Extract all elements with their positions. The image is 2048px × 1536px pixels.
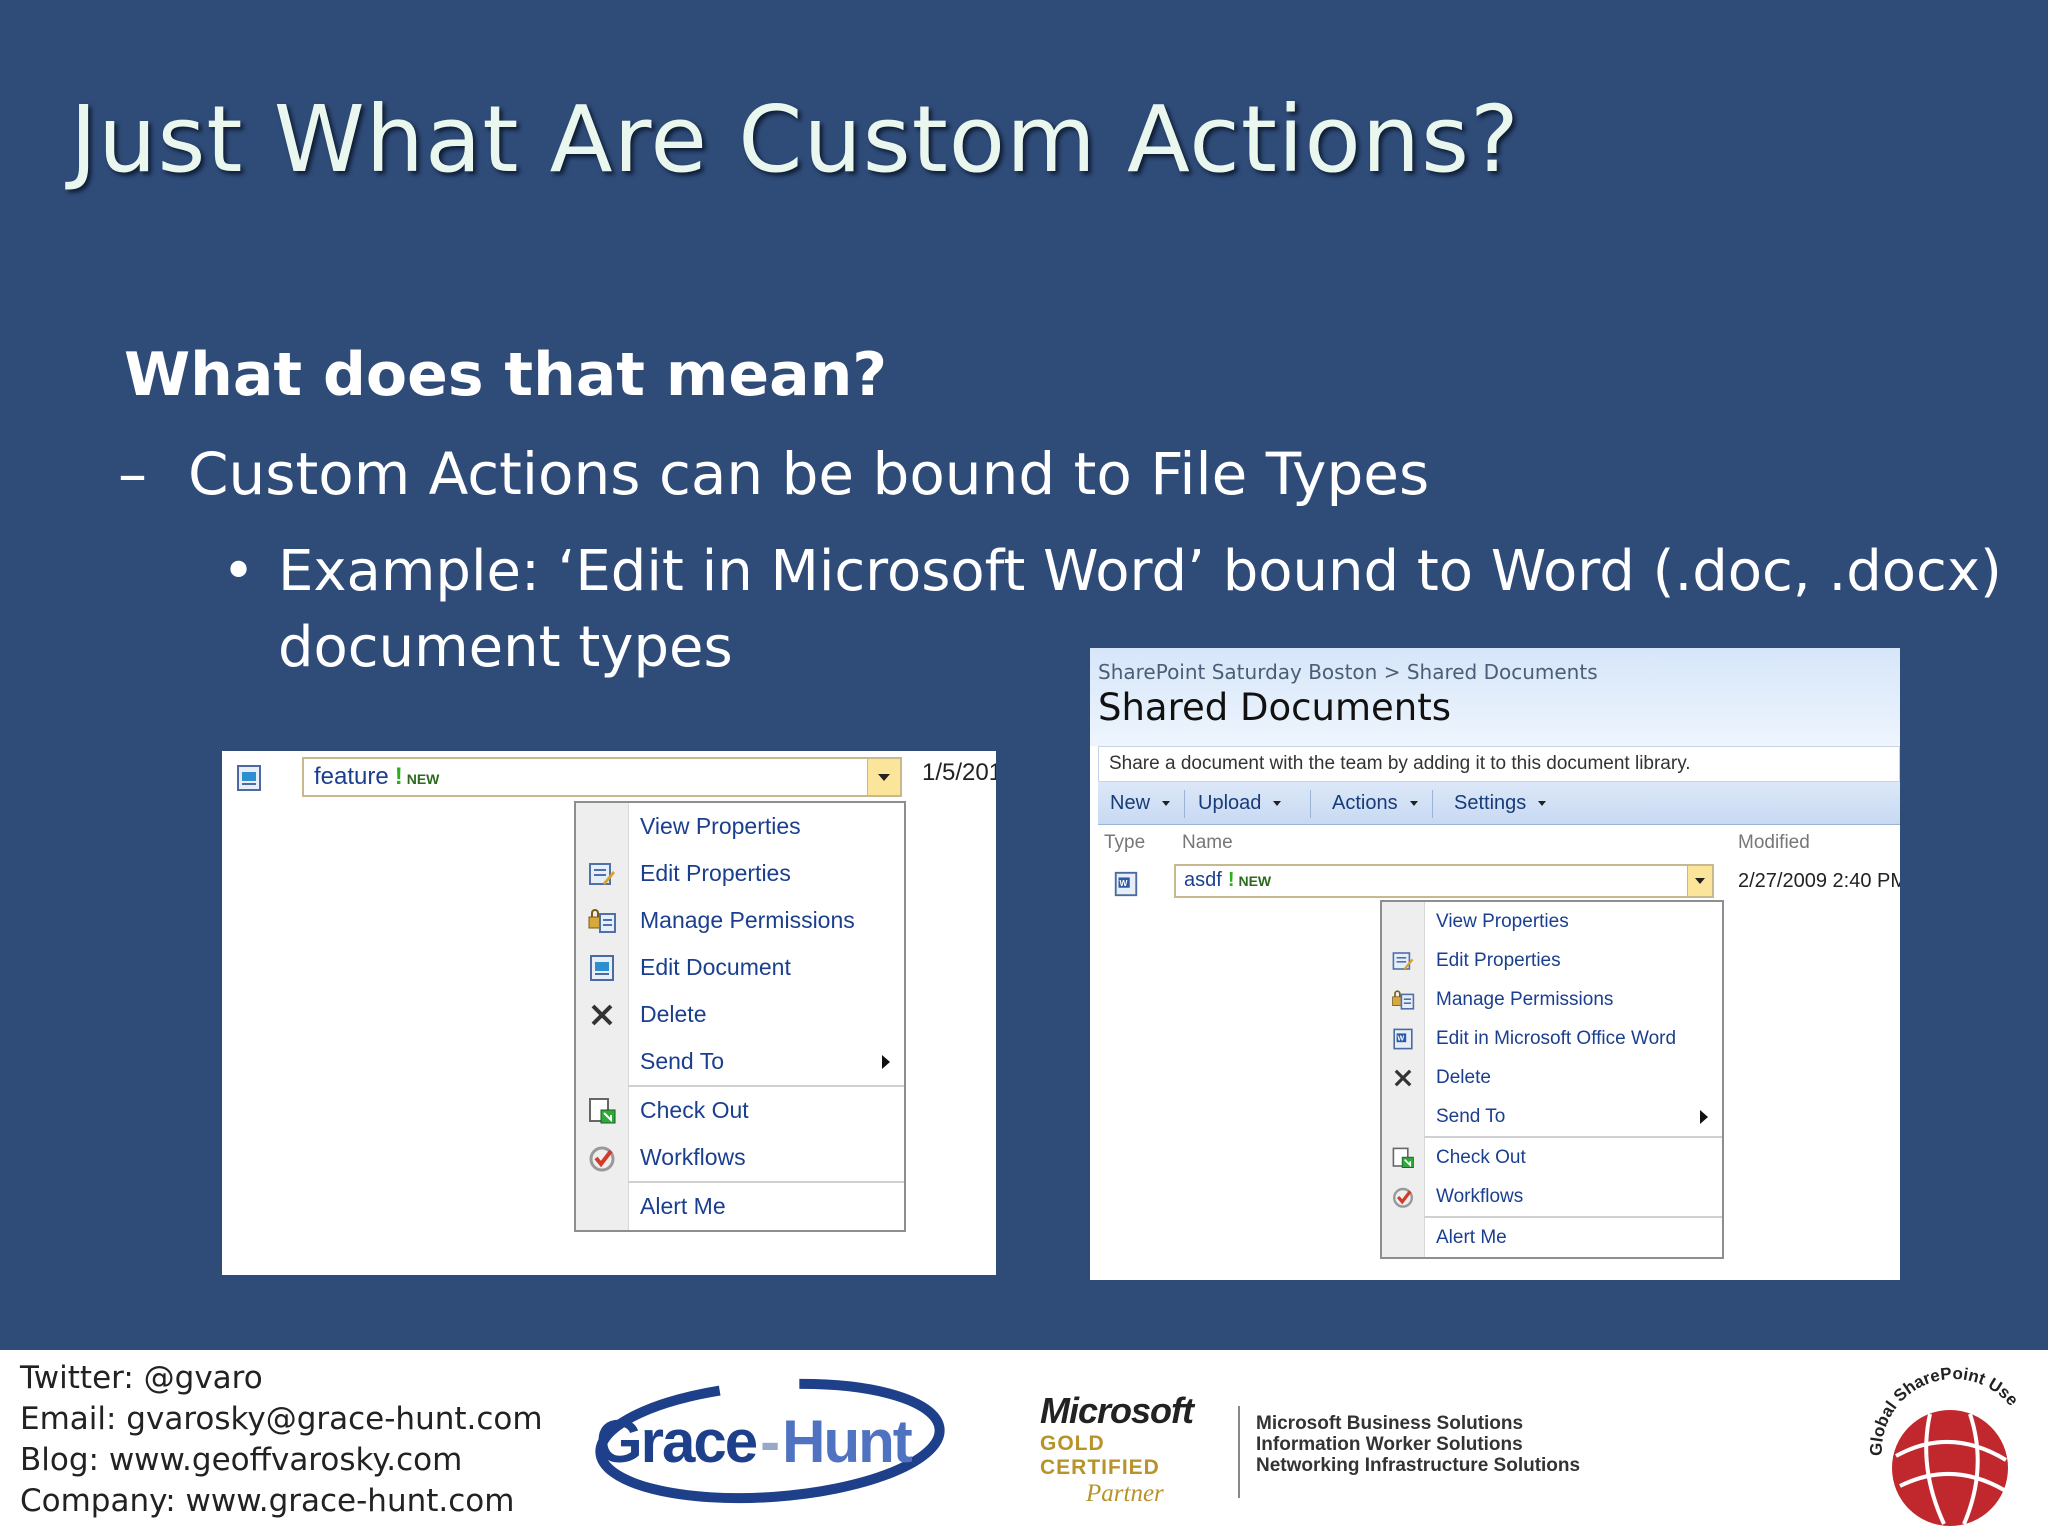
solution-3: Networking Infrastructure Solutions: [1256, 1455, 1581, 1476]
workflow-icon: [1393, 1187, 1413, 1208]
document-icon: [237, 765, 261, 791]
menu-item-check-out[interactable]: Check Out: [576, 1087, 904, 1134]
slide-heading: What does that mean?: [124, 340, 888, 410]
workflow-icon: [589, 1146, 615, 1171]
toolbar-divider: [1432, 790, 1433, 818]
item-name[interactable]: asdf: [1184, 869, 1222, 891]
check-out-icon: [1392, 1147, 1414, 1168]
edit-properties-icon: [589, 862, 615, 885]
breadcrumb[interactable]: SharePoint Saturday Boston > Shared Docu…: [1098, 660, 1598, 684]
document-icon: [590, 954, 614, 981]
item-dropdown-button[interactable]: [1687, 866, 1712, 896]
check-out-icon: [589, 1097, 616, 1123]
slide-title: Just What Are Custom Actions?: [70, 86, 1520, 193]
grace-hunt-logo: Grace-Hunt: [595, 1378, 945, 1504]
toolbar-actions-button[interactable]: Actions: [1332, 792, 1418, 815]
menu-item-edit-document[interactable]: Edit Document: [576, 944, 904, 991]
delete-x-icon: [1394, 1069, 1412, 1086]
menu-item-alert-me[interactable]: Alert Me: [576, 1183, 904, 1230]
ms-name: Microsoft: [1040, 1390, 1194, 1431]
word-icon: W: [1114, 871, 1138, 897]
menu-item-send-to[interactable]: Send To: [1382, 1097, 1722, 1136]
svg-text:Grace-Hunt: Grace-Hunt: [596, 1408, 913, 1475]
chevron-down-icon: [1409, 801, 1418, 807]
new-exclamation-icon: !: [1227, 869, 1235, 891]
global-sharepoint-users-group-logo: Global SharePoint Users Group: [1860, 1356, 2022, 1526]
ms-partner: Partner: [1086, 1480, 1164, 1507]
menu-item-edit-properties[interactable]: Edit Properties: [1382, 941, 1722, 980]
contact-info: Twitter: @gvaro Email: gvarosky@grace-hu…: [20, 1358, 543, 1522]
page-title: Shared Documents: [1098, 686, 1451, 729]
contact-blog: Blog: www.geoffvarosky.com: [20, 1442, 463, 1478]
context-menu: View Properties Edit Properties Manage P…: [1380, 900, 1724, 1259]
edit-properties-icon: [1392, 951, 1414, 970]
column-header-type[interactable]: Type: [1104, 832, 1145, 854]
toolbar-settings-button[interactable]: Settings: [1454, 792, 1547, 815]
menu-item-check-out[interactable]: Check Out: [1382, 1138, 1722, 1177]
ms-certified: GOLD CERTIFIED: [1040, 1432, 1160, 1479]
toolbar-upload-button[interactable]: Upload: [1198, 792, 1282, 815]
submenu-arrow-icon: [1700, 1109, 1708, 1124]
logo-divider: [1238, 1406, 1240, 1498]
column-header-name[interactable]: Name: [1182, 832, 1233, 854]
item-name-box[interactable]: asdf! NEW: [1174, 864, 1714, 898]
microsoft-gold-certified-logo: Microsoft GOLD CERTIFIED Partner: [1040, 1390, 1220, 1507]
logo-text-grace: Grace: [596, 1408, 757, 1475]
contact-email: Email: gvarosky@grace-hunt.com: [20, 1401, 543, 1437]
item-date: 1/5/201: [922, 759, 996, 786]
toolbar-divider: [1184, 790, 1185, 818]
toolbar-divider: [1310, 790, 1311, 818]
chevron-down-icon: [1538, 801, 1547, 807]
logo-text-hunt: Hunt: [782, 1408, 913, 1475]
menu-item-view-properties[interactable]: View Properties: [1382, 902, 1722, 941]
toolbar-new-button[interactable]: New: [1110, 792, 1171, 815]
library-toolbar: New Upload Actions Settings: [1098, 782, 1900, 825]
menu-item-delete[interactable]: Delete: [1382, 1058, 1722, 1097]
menu-item-workflows[interactable]: Workflows: [576, 1134, 904, 1181]
delete-x-icon: [591, 1004, 613, 1025]
menu-item-manage-permissions[interactable]: Manage Permissions: [576, 897, 904, 944]
svg-text:W: W: [1119, 878, 1127, 888]
dash-point-text: Custom Actions can be bound to File Type…: [188, 440, 1430, 508]
column-header-modified[interactable]: Modified: [1738, 832, 1810, 854]
bullet-line-1: Example: ‘Edit in Microsoft Word’ bound …: [278, 539, 2002, 604]
left-screenshot: feature! NEW 1/5/201 View Properties Edit…: [222, 751, 996, 1275]
menu-item-send-to[interactable]: Send To: [576, 1038, 904, 1085]
logo-text-sep: -: [760, 1408, 778, 1475]
word-icon: W: [1393, 1028, 1413, 1049]
contact-company: Company: www.grace-hunt.com: [20, 1483, 515, 1519]
menu-item-view-properties[interactable]: View Properties: [576, 803, 904, 850]
menu-item-alert-me[interactable]: Alert Me: [1382, 1218, 1722, 1257]
solutions-list: Microsoft Business Solutions Information…: [1256, 1413, 1580, 1476]
new-tag: NEW: [1238, 873, 1272, 889]
right-screenshot: SharePoint Saturday Boston > Shared Docu…: [1090, 648, 1900, 1280]
footer: Twitter: @gvaro Email: gvarosky@grace-hu…: [0, 1350, 2048, 1536]
slide: Just What Are Custom Actions? What does …: [0, 0, 2048, 1350]
chevron-down-icon: [1273, 801, 1282, 807]
permissions-icon: [588, 908, 616, 933]
menu-item-edit-in-word[interactable]: W Edit in Microsoft Office Word: [1382, 1019, 1722, 1058]
new-tag: NEW: [406, 771, 440, 787]
item-modified: 2/27/2009 2:40 PM: [1738, 870, 1900, 892]
contact-twitter: Twitter: @gvaro: [20, 1360, 263, 1396]
library-description: Share a document with the team by adding…: [1098, 746, 1900, 782]
permissions-icon: [1392, 989, 1415, 1010]
solution-1: Microsoft Business Solutions: [1256, 1413, 1524, 1434]
bullet-marker: •: [222, 539, 256, 604]
menu-item-workflows[interactable]: Workflows: [1382, 1177, 1722, 1216]
item-dropdown-button[interactable]: [867, 759, 900, 795]
item-name[interactable]: feature: [314, 763, 389, 790]
menu-item-edit-properties[interactable]: Edit Properties: [576, 850, 904, 897]
dash-point: – Custom Actions can be bound to File Typ…: [118, 440, 1429, 508]
menu-item-manage-permissions[interactable]: Manage Permissions: [1382, 980, 1722, 1019]
menu-item-delete[interactable]: Delete: [576, 991, 904, 1038]
new-exclamation-icon: !: [394, 763, 403, 790]
svg-text:W: W: [1397, 1033, 1404, 1042]
dash-marker: –: [118, 440, 147, 508]
solution-2: Information Worker Solutions: [1256, 1434, 1523, 1455]
item-name-box[interactable]: feature! NEW: [302, 757, 902, 797]
chevron-down-icon: [1162, 801, 1171, 807]
submenu-arrow-icon: [882, 1054, 890, 1069]
context-menu: View Properties Edit Properties Manage P…: [574, 801, 906, 1232]
